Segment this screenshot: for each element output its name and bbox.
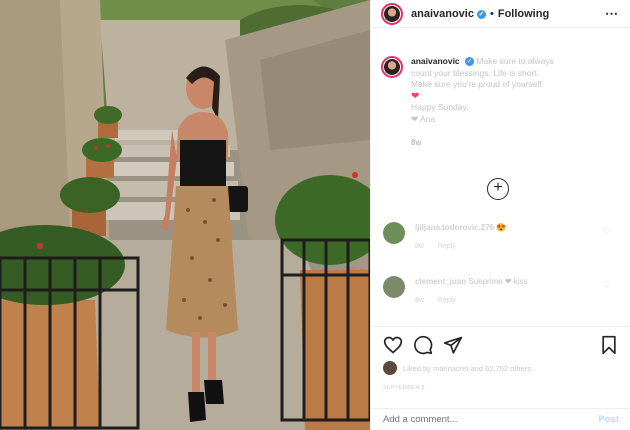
reply-button[interactable]: Reply [438,243,456,250]
paper-plane-icon[interactable] [443,335,463,355]
post-photo[interactable] [0,0,370,430]
comment-text: 😍 [496,223,507,232]
action-bar [371,326,630,362]
comment-body: clement_juan Sueprime ❤ kiss 8w Reply [415,276,590,306]
caption-line-1: Make sure to always [476,56,554,66]
comment-meta: 8w Reply [415,295,590,306]
heart-emoji-icon: ❤ [411,90,420,102]
post-date: SEPTEMBER 8 [383,385,425,391]
bookmark-icon[interactable] [599,335,619,355]
comment-like-icon[interactable]: ♡ [603,226,611,237]
verified-badge-icon: ✓ [476,9,486,19]
author-avatar[interactable] [381,2,403,25]
add-comment-bar: Post [371,408,630,430]
comment-icon[interactable] [413,335,433,355]
comment-item: ljiljana.todorovic.276 😍 8w Reply ♡ [383,222,623,252]
comment-like-icon[interactable]: ♡ [603,280,611,291]
post-side-panel: anaivanovic ✓ • Following ⋯ anaivanovic ✓… [370,0,630,430]
post-comment-button[interactable]: Post [598,414,619,425]
instagram-post: anaivanovic ✓ • Following ⋯ anaivanovic ✓… [0,0,630,430]
caption-line-sign: ❤ Ana [411,113,436,124]
reply-button[interactable]: Reply [438,297,456,304]
caption-username[interactable]: anaivanovic [411,56,460,66]
photo-illustration [0,0,370,430]
caption-age: 8w [411,137,422,147]
caption-line-2: count your blessings. Life is short. [411,67,540,78]
heart-outline-icon[interactable] [383,335,403,355]
verified-badge-icon: ✓ [465,57,475,66]
liker-avatar [383,361,397,375]
comment-age: 8w [415,243,424,250]
comment-avatar[interactable] [383,222,405,244]
comment-item: clement_juan Sueprime ❤ kiss 8w Reply ♡ [383,276,623,306]
comment-age: 8w [415,297,424,304]
load-more-comments-button[interactable]: + [487,178,509,200]
author-username[interactable]: anaivanovic ✓ [411,8,486,20]
comment-meta: 8w Reply [415,241,590,252]
caption-text: anaivanovic ✓ Make sure to always count … [411,56,611,148]
caption-line-3: Make sure you're proud of yourself. [411,79,544,89]
caption-avatar[interactable] [381,56,403,78]
likes-text: Liked by marinacret and 62,762 others [403,363,531,373]
more-options-icon[interactable]: ⋯ [605,6,619,22]
comment-body: ljiljana.todorovic.276 😍 8w Reply [415,222,590,252]
comment-username[interactable]: ljiljana.todorovic.276 [415,223,494,232]
likes-summary[interactable]: Liked by marinacret and 62,762 others [383,361,531,375]
header-separator: • [489,7,494,20]
post-header: anaivanovic ✓ • Following ⋯ [371,0,630,28]
comment-avatar[interactable] [383,276,405,298]
comment-username[interactable]: clement_juan [415,277,466,286]
caption-line-happy: Happy Sunday, [411,102,469,112]
comment-text: Sueprime ❤ kiss [468,277,528,286]
add-comment-input[interactable] [383,414,599,425]
following-button[interactable]: Following [498,8,549,20]
post-caption: anaivanovic ✓ Make sure to always count … [381,56,621,148]
